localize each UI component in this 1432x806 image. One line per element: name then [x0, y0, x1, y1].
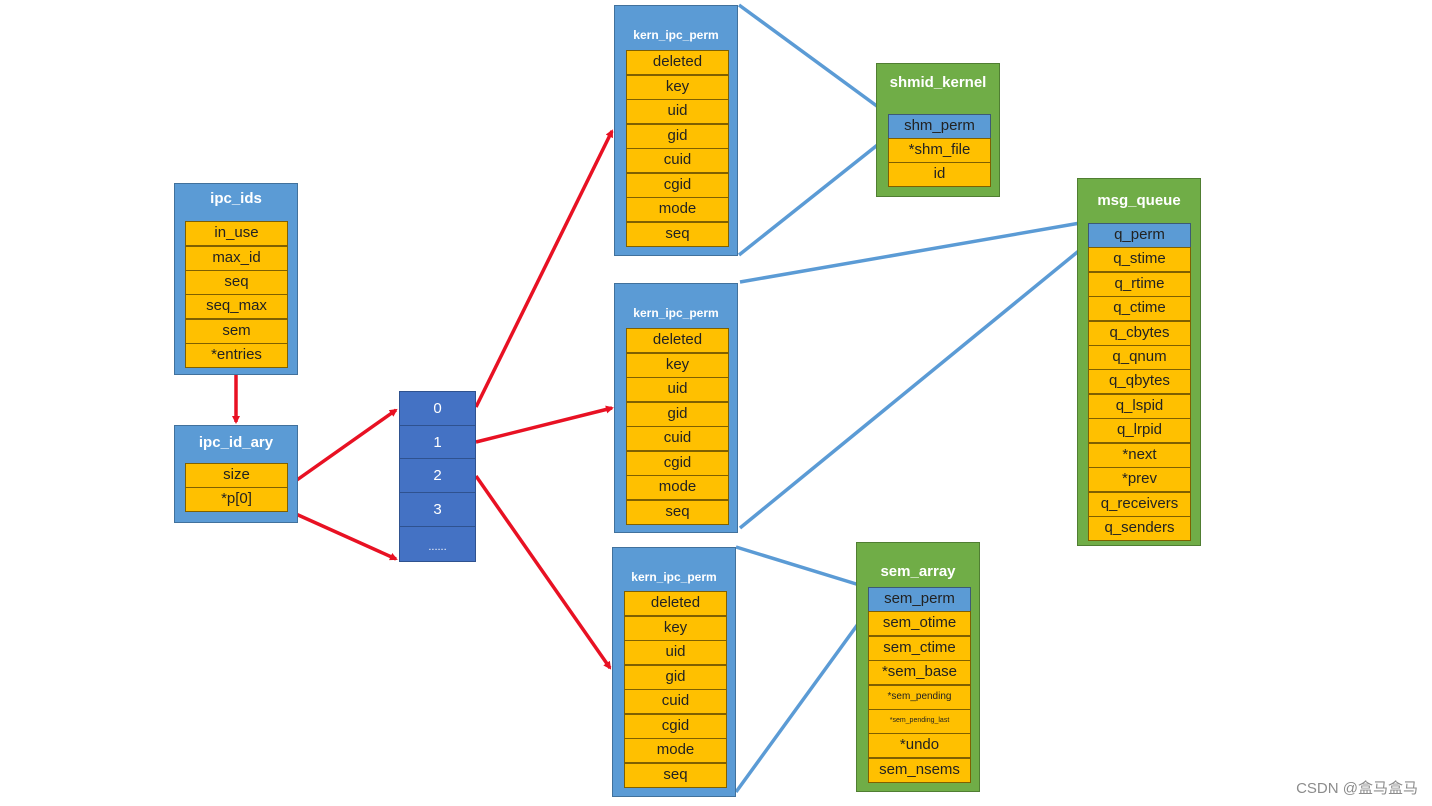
struct-title: sem_array [880, 563, 956, 580]
field-gid: gid [624, 665, 727, 690]
field-sem-base: *sem_base [868, 660, 971, 685]
field-q-senders: q_senders [1088, 516, 1191, 541]
struct-sem-array: sem_array sem_perm sem_otime sem_ctime *… [856, 542, 980, 792]
struct-msg-queue: msg_queue q_perm q_stime q_rtime q_ctime… [1077, 178, 1201, 546]
field-seq-max: seq_max [185, 294, 288, 319]
field-mode: mode [626, 197, 729, 222]
link-perm-2-top-to-sem-perm [735, 545, 868, 590]
field-sem-nsems: sem_nsems [868, 758, 971, 783]
field-cgid: cgid [626, 173, 729, 198]
struct-title: kern_ipc_perm [633, 28, 719, 42]
struct-shmid-kernel: shmid_kernel shm_perm *shm_file id [876, 63, 1000, 197]
struct-title: ipc_id_ary [198, 434, 274, 451]
field-q-cbytes: q_cbytes [1088, 321, 1191, 346]
field-deleted: deleted [626, 50, 729, 75]
field-sem-pending-last: *sem_pending_last [868, 709, 971, 734]
field-seq: seq [185, 270, 288, 295]
field-deleted: deleted [626, 328, 729, 353]
struct-ipc-id-ary: ipc_id_ary size *p[0] [174, 425, 298, 523]
link-perm-0-top-to-shm-perm [737, 3, 887, 114]
field-key: key [626, 353, 729, 378]
field-q-receivers: q_receivers [1088, 492, 1191, 517]
field-q-qbytes: q_qbytes [1088, 369, 1191, 394]
field-q-stime: q_stime [1088, 247, 1191, 272]
field-entries: *entries [185, 343, 288, 368]
field-cuid: cuid [624, 689, 727, 714]
field-cuid: cuid [626, 148, 729, 173]
field-seq: seq [626, 500, 729, 525]
field-p0: *p[0] [185, 487, 288, 512]
arrow-p0-to-entry-end [286, 508, 398, 561]
field-mode: mode [624, 738, 727, 763]
field-prev: *prev [1088, 467, 1191, 492]
field-cuid: cuid [626, 426, 729, 451]
field-seq: seq [626, 222, 729, 247]
field-q-perm: q_perm [1088, 223, 1191, 248]
arrow-p0-to-entry-0 [285, 408, 398, 489]
field-uid: uid [624, 640, 727, 665]
field-shm-file: *shm_file [888, 138, 991, 163]
struct-title: kern_ipc_perm [633, 306, 719, 320]
field-in-use: in_use [185, 221, 288, 246]
ipc-diagram: ipc_ids in_use max_id seq seq_max sem *e… [0, 0, 1432, 806]
field-q-rtime: q_rtime [1088, 272, 1191, 297]
struct-ipc-ids: ipc_ids in_use max_id seq seq_max sem *e… [174, 183, 298, 375]
field-key: key [626, 75, 729, 100]
struct-title: kern_ipc_perm [631, 570, 717, 584]
field-id: id [888, 162, 991, 187]
array-cell-1: 1 [399, 425, 476, 460]
field-uid: uid [626, 377, 729, 402]
struct-title: shmid_kernel [889, 74, 987, 91]
field-sem: sem [185, 319, 288, 344]
field-size: size [185, 463, 288, 488]
field-seq: seq [624, 763, 727, 788]
array-cell-more: ...... [399, 526, 476, 562]
link-perm-1-bottom-to-q-perm [738, 243, 1088, 530]
field-next: *next [1088, 443, 1191, 468]
link-perm-2-bottom-to-sem-perm [734, 611, 868, 794]
field-shm-perm: shm_perm [888, 114, 991, 139]
field-cgid: cgid [624, 714, 727, 739]
link-perm-1-top-to-q-perm [739, 219, 1088, 284]
field-sem-perm: sem_perm [868, 587, 971, 612]
array-cell-3: 3 [399, 492, 476, 527]
field-q-ctime: q_ctime [1088, 296, 1191, 321]
field-cgid: cgid [626, 451, 729, 476]
field-sem-otime: sem_otime [868, 611, 971, 636]
struct-kern-ipc-perm-0: kern_ipc_perm deleted key uid gid cuid c… [614, 5, 738, 256]
field-sem-ctime: sem_ctime [868, 636, 971, 661]
struct-title: msg_queue [1097, 192, 1181, 209]
field-q-lrpid: q_lrpid [1088, 418, 1191, 443]
struct-kern-ipc-perm-2: kern_ipc_perm deleted key uid gid cuid c… [612, 547, 736, 797]
arrow-entry-2-to-perm-2 [474, 474, 612, 670]
arrow-entry-0-to-perm-0 [474, 129, 614, 408]
field-q-lspid: q_lspid [1088, 394, 1191, 419]
struct-title: ipc_ids [210, 190, 262, 207]
field-max-id: max_id [185, 246, 288, 271]
field-deleted: deleted [624, 591, 727, 616]
array-cell-2: 2 [399, 458, 476, 493]
watermark: CSDN @盒马盒马 [1296, 780, 1418, 797]
field-gid: gid [626, 124, 729, 149]
field-undo: *undo [868, 733, 971, 758]
field-mode: mode [626, 475, 729, 500]
struct-kern-ipc-perm-1: kern_ipc_perm deleted key uid gid cuid c… [614, 283, 738, 533]
array-cell-0: 0 [399, 391, 476, 426]
link-perm-0-bottom-to-shm-perm [737, 137, 887, 257]
field-q-qnum: q_qnum [1088, 345, 1191, 370]
field-key: key [624, 616, 727, 641]
field-uid: uid [626, 99, 729, 124]
field-gid: gid [626, 402, 729, 427]
field-sem-pending: *sem_pending [868, 685, 971, 710]
arrow-entry-1-to-perm-1 [475, 405, 614, 444]
